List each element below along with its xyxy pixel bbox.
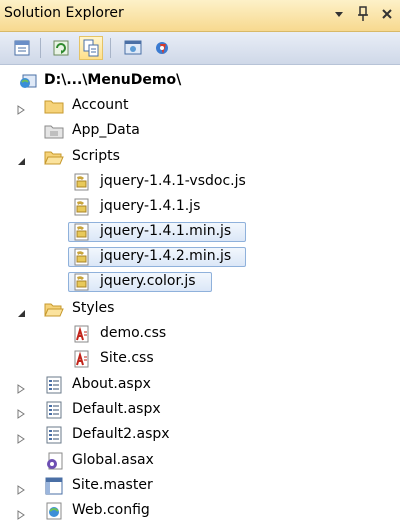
css-file-icon <box>72 325 92 343</box>
tree-root-label: D:\...\MenuDemo\ <box>44 72 182 88</box>
tree-item-default2-aspx[interactable]: Default2.aspx <box>0 424 390 446</box>
solution-explorer-titlebar: Solution Explorer <box>0 0 400 32</box>
tree-item-label: jquery-1.4.2.min.js <box>100 248 232 264</box>
tree-item-label: jquery-1.4.1.js <box>100 198 201 214</box>
tree-item-scripts[interactable]: Scripts <box>0 146 390 168</box>
tree-item-jquery-142-min[interactable]: jquery-1.4.2.min.js <box>0 246 390 268</box>
tree-item-demo-css[interactable]: demo.css <box>0 323 390 345</box>
dropdown-icon[interactable] <box>330 4 348 24</box>
tree-item-label: App_Data <box>72 122 140 138</box>
tree-item-label: Site.master <box>72 477 153 493</box>
expand-arrow-icon[interactable] <box>16 404 26 419</box>
aspx-file-icon <box>44 426 64 444</box>
tree-item-app-data[interactable]: App_Data <box>0 120 390 142</box>
master-page-icon <box>44 477 64 495</box>
toolbar-separator <box>110 38 111 58</box>
tree-item-label: Account <box>72 97 129 113</box>
expand-arrow-icon[interactable] <box>16 480 26 495</box>
collapse-arrow-icon[interactable] <box>16 303 26 317</box>
expand-arrow-icon[interactable] <box>16 505 26 520</box>
tree-item-label: About.aspx <box>72 376 151 392</box>
javascript-file-icon <box>72 248 92 266</box>
javascript-file-icon <box>72 173 92 191</box>
tree-item-styles[interactable]: Styles <box>0 298 390 320</box>
tree-item-default-aspx[interactable]: Default.aspx <box>0 399 390 421</box>
pin-icon[interactable] <box>354 4 372 24</box>
tree-item-label: demo.css <box>100 325 167 341</box>
global-asax-icon <box>44 452 64 470</box>
app-data-folder-icon <box>44 122 64 140</box>
config-file-icon <box>44 502 64 520</box>
tree-item-web-config[interactable]: Web.config <box>0 500 390 522</box>
tree-item-global-asax[interactable]: Global.asax <box>0 450 390 472</box>
tree-item-label: Styles <box>72 300 115 316</box>
tree-item-label: Default2.aspx <box>72 426 170 442</box>
refresh-icon[interactable] <box>49 36 73 60</box>
tree-item-label: Site.css <box>100 350 154 366</box>
view-in-browser-icon[interactable] <box>121 36 145 60</box>
tree-item-jquery-vsdoc[interactable]: jquery-1.4.1-vsdoc.js <box>0 171 390 193</box>
close-icon[interactable] <box>378 4 396 24</box>
tree-item-jquery-141-min[interactable]: jquery-1.4.1.min.js <box>0 221 390 243</box>
tree-item-label: Scripts <box>72 148 120 164</box>
solution-tree: D:\...\MenuDemo\ Account App_Data Script… <box>0 65 400 531</box>
tree-item-label: Default.aspx <box>72 401 161 417</box>
css-file-icon <box>72 350 92 368</box>
tree-root-node[interactable]: D:\...\MenuDemo\ <box>0 70 390 92</box>
tree-item-label: jquery.color.js <box>100 273 196 289</box>
panel-title: Solution Explorer <box>4 5 124 21</box>
aspx-file-icon <box>44 376 64 394</box>
nest-related-files-icon[interactable] <box>79 36 103 60</box>
expand-arrow-icon[interactable] <box>16 100 26 115</box>
tree-item-account[interactable]: Account <box>0 95 390 117</box>
tree-item-jquery-color[interactable]: jquery.color.js <box>0 271 390 293</box>
open-folder-icon <box>44 300 64 318</box>
toolbar-separator <box>40 38 41 58</box>
title-controls <box>330 4 396 24</box>
tree-item-label: Web.config <box>72 502 150 518</box>
tree-item-about-aspx[interactable]: About.aspx <box>0 374 390 396</box>
website-icon <box>18 72 38 90</box>
properties-icon[interactable] <box>10 36 34 60</box>
tree-item-site-css[interactable]: Site.css <box>0 348 390 370</box>
tree-item-label: jquery-1.4.1-vsdoc.js <box>100 173 246 189</box>
expand-arrow-icon[interactable] <box>16 379 26 394</box>
tree-item-site-master[interactable]: Site.master <box>0 475 390 497</box>
collapse-arrow-icon[interactable] <box>16 151 26 165</box>
expand-arrow-icon[interactable] <box>16 429 26 444</box>
tree-item-label: jquery-1.4.1.min.js <box>100 223 232 239</box>
tree-item-label: Global.asax <box>72 452 154 468</box>
javascript-file-icon <box>72 223 92 241</box>
aspx-file-icon <box>44 401 64 419</box>
solution-explorer-toolbar <box>0 32 400 65</box>
javascript-file-icon <box>72 273 92 291</box>
folder-icon <box>44 97 64 115</box>
tree-item-jquery-141[interactable]: jquery-1.4.1.js <box>0 196 390 218</box>
asp-net-configuration-icon[interactable] <box>151 36 175 60</box>
open-folder-icon <box>44 148 64 166</box>
javascript-file-icon <box>72 198 92 216</box>
